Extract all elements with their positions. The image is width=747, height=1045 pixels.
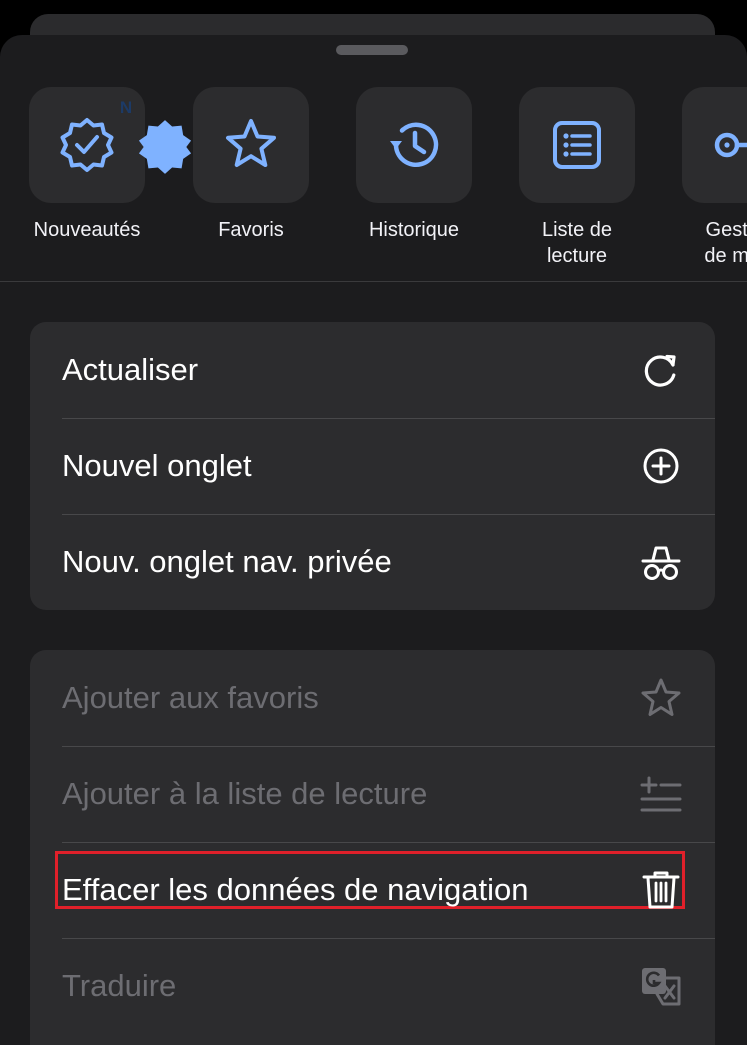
- shortcut-label: Historique: [368, 219, 460, 241]
- star-icon: [226, 119, 276, 167]
- menu-item-label: Nouv. onglet nav. privée: [62, 544, 392, 579]
- shortcut-tile[interactable]: [193, 87, 309, 203]
- badge-letter: N: [119, 98, 133, 117]
- reading-list-icon: [553, 121, 601, 169]
- translate-icon: [642, 968, 681, 1006]
- incognito-icon: [641, 546, 681, 580]
- shortcut-label: Nouveautés: [33, 219, 141, 241]
- shortcut-tile[interactable]: [682, 87, 747, 203]
- history-icon: [390, 122, 439, 167]
- section-divider: [0, 281, 747, 282]
- menu-item-new-tab[interactable]: Nouvel onglet: [30, 418, 715, 514]
- new-badge: N: [107, 89, 192, 174]
- menu-item-label: Ajouter à la liste de lecture: [62, 776, 428, 811]
- shortcut-tile[interactable]: [519, 87, 635, 203]
- menu-item-label: Ajouter aux favoris: [62, 680, 319, 715]
- menu-item-reload[interactable]: Actualiser: [30, 322, 715, 418]
- shortcut-label: Favoris: [218, 219, 284, 241]
- shortcut-whats-new[interactable]: N Nouveautés: [5, 87, 192, 243]
- menu-item-add-bookmark: Ajouter aux favoris: [30, 650, 715, 746]
- menu-item-clear-browsing-data[interactable]: Effacer les données de navigation: [30, 842, 715, 938]
- shortcut-tile[interactable]: [356, 87, 472, 203]
- shortcut-history[interactable]: Historique: [332, 87, 496, 243]
- menu-item-translate: Traduire: [30, 938, 715, 1034]
- shortcut-label: Liste de lecture: [541, 219, 613, 267]
- shortcut-bookmarks[interactable]: Favoris: [169, 87, 333, 243]
- menu-group-page-actions: Ajouter aux favoris Ajouter à la liste d…: [30, 650, 715, 1045]
- add-to-list-icon: [640, 776, 682, 812]
- shortcuts-carousel: N Nouveautés Favoris Historique Liste de…: [0, 35, 747, 281]
- menu-group-actions: Actualiser Nouvel onglet Nouv. onglet na…: [30, 322, 715, 610]
- shortcut-reading-list[interactable]: Liste de lecture: [495, 87, 659, 269]
- menu-item-label: Nouvel onglet: [62, 448, 252, 483]
- shortcut-label: Gestion de mots: [704, 219, 747, 267]
- shortcut-password-manager[interactable]: Gestion de mots: [658, 87, 747, 269]
- menu-item-add-reading-list: Ajouter à la liste de lecture: [30, 746, 715, 842]
- menu-item-label: Effacer les données de navigation: [62, 872, 529, 907]
- menu-item-label: Traduire: [62, 968, 177, 1003]
- plus-circle-icon: [643, 448, 679, 484]
- menu-item-new-incognito-tab[interactable]: Nouv. onglet nav. privée: [30, 514, 715, 610]
- menu-item-label: Actualiser: [62, 352, 199, 387]
- reload-icon: [644, 354, 676, 387]
- key-icon: [714, 132, 747, 158]
- shortcut-tile[interactable]: N: [29, 87, 192, 203]
- trash-icon: [642, 871, 680, 909]
- star-outline-icon: [641, 678, 681, 716]
- overflow-menu-sheet: N Nouveautés Favoris Historique Liste de…: [0, 35, 747, 1045]
